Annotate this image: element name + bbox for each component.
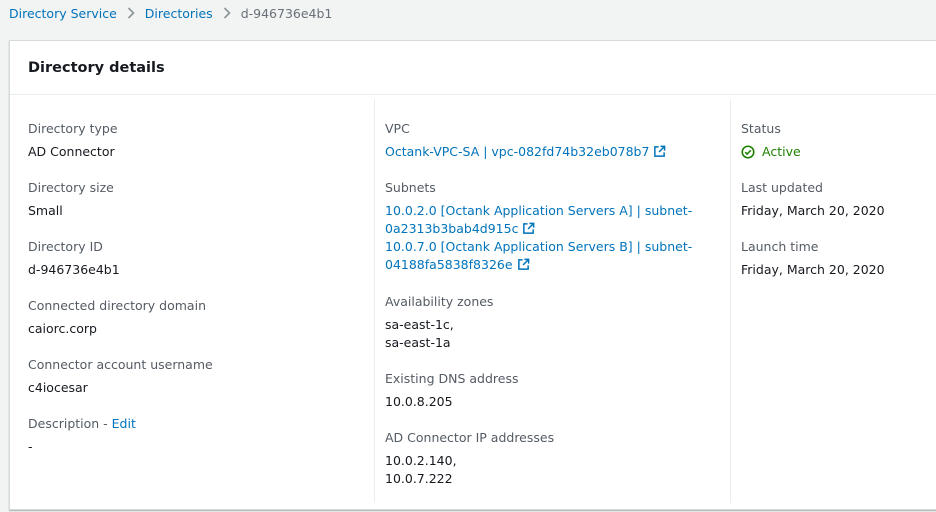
availability-zone-item: sa-east-1a <box>385 335 451 350</box>
dns-address-value: 10.0.8.205 <box>385 394 453 409</box>
subnet-link-line1[interactable]: 10.0.2.0 [Octank Application Servers A] … <box>385 203 692 218</box>
status-label: Status <box>741 121 781 136</box>
dns-address-label: Existing DNS address <box>385 371 519 386</box>
connector-username-value: c4iocesar <box>28 380 88 395</box>
subnet-list: 10.0.2.0 [Octank Application Servers A] … <box>385 202 731 274</box>
subnet-item[interactable]: 10.0.7.0 [Octank Application Servers B] … <box>385 238 731 274</box>
description-label: Description - <box>28 416 112 431</box>
panel-header: Directory details <box>10 41 936 95</box>
breadcrumb-current: d-946736e4b1 <box>240 5 333 21</box>
last-updated-value: Friday, March 20, 2020 <box>741 203 885 218</box>
dns-address-field: Existing DNS address 10.0.8.205 <box>385 370 731 411</box>
directory-id-label: Directory ID <box>28 239 103 254</box>
status-value: Active <box>762 144 801 159</box>
connected-domain-label: Connected directory domain <box>28 298 206 313</box>
availability-zones-field: Availability zones sa-east-1c, sa-east-1… <box>385 293 731 352</box>
edit-description-link[interactable]: Edit <box>112 416 136 431</box>
directory-id-value: d-946736e4b1 <box>28 262 120 277</box>
status-badge: Active <box>741 143 936 161</box>
subnet-link-line1[interactable]: 10.0.7.0 [Octank Application Servers B] … <box>385 239 692 254</box>
directory-size-label: Directory size <box>28 180 114 195</box>
ip-addresses-field: AD Connector IP addresses 10.0.2.140, 10… <box>385 429 731 488</box>
external-link-icon[interactable] <box>517 258 530 271</box>
external-link-icon[interactable] <box>653 145 666 158</box>
ip-addresses-label: AD Connector IP addresses <box>385 430 555 445</box>
ip-address-item: 10.0.7.222 <box>385 471 453 486</box>
availability-zones-label: Availability zones <box>385 294 494 309</box>
directory-type-label: Directory type <box>28 121 118 136</box>
launch-time-value: Friday, March 20, 2020 <box>741 262 885 277</box>
last-updated-label: Last updated <box>741 180 823 195</box>
breadcrumb: Directory Service Directories d-946736e4… <box>9 4 332 22</box>
breadcrumb-directory-service[interactable]: Directory Service <box>9 6 117 21</box>
subnet-item[interactable]: 10.0.2.0 [Octank Application Servers A] … <box>385 202 731 238</box>
chevron-right-icon <box>223 7 231 19</box>
details-columns: Directory type AD Connector Directory si… <box>10 96 936 509</box>
vpc-field: VPC Octank-VPC-SA | vpc-082fd74b32eb078b… <box>385 120 731 161</box>
connector-username-field: Connector account username c4iocesar <box>28 356 373 397</box>
description-label-row: Description - Edit <box>28 415 373 433</box>
description-field: Description - Edit - <box>28 415 373 456</box>
subnets-field: Subnets 10.0.2.0 [Octank Application Ser… <box>385 179 731 274</box>
connected-domain-value: caiorc.corp <box>28 321 97 336</box>
details-column-1: Directory type AD Connector Directory si… <box>28 99 373 503</box>
external-link-icon[interactable] <box>522 222 535 235</box>
breadcrumb-directories[interactable]: Directories <box>145 6 213 21</box>
subnets-label: Subnets <box>385 180 436 195</box>
vpc-link[interactable]: Octank-VPC-SA | vpc-082fd74b32eb078b7 <box>385 144 649 159</box>
launch-time-field: Launch time Friday, March 20, 2020 <box>741 238 936 279</box>
last-updated-field: Last updated Friday, March 20, 2020 <box>741 179 936 220</box>
status-field: Status Active <box>741 120 936 161</box>
check-circle-icon <box>741 145 755 159</box>
subnet-link-line2[interactable]: 0a2313b3bab4d915c <box>385 221 518 236</box>
vpc-value-row: Octank-VPC-SA | vpc-082fd74b32eb078b7 <box>385 143 731 161</box>
details-column-3: Status Active Last updated Friday, March… <box>730 99 936 503</box>
chevron-right-icon <box>127 7 135 19</box>
vpc-label: VPC <box>385 121 410 136</box>
directory-size-value: Small <box>28 203 63 218</box>
connector-username-label: Connector account username <box>28 357 213 372</box>
description-value: - <box>28 439 33 454</box>
panel-title: Directory details <box>28 59 165 76</box>
directory-size-field: Directory size Small <box>28 179 373 220</box>
ip-address-item: 10.0.2.140, <box>385 453 457 468</box>
directory-type-value: AD Connector <box>28 144 115 159</box>
details-column-2: VPC Octank-VPC-SA | vpc-082fd74b32eb078b… <box>374 99 731 503</box>
launch-time-label: Launch time <box>741 239 819 254</box>
subnet-link-line2[interactable]: 04188fa5838f8326e <box>385 257 513 272</box>
directory-id-field: Directory ID d-946736e4b1 <box>28 238 373 279</box>
connected-domain-field: Connected directory domain caiorc.corp <box>28 297 373 338</box>
availability-zone-item: sa-east-1c, <box>385 317 454 332</box>
directory-details-panel: Directory details Directory type AD Conn… <box>9 40 936 510</box>
directory-type-field: Directory type AD Connector <box>28 120 373 161</box>
